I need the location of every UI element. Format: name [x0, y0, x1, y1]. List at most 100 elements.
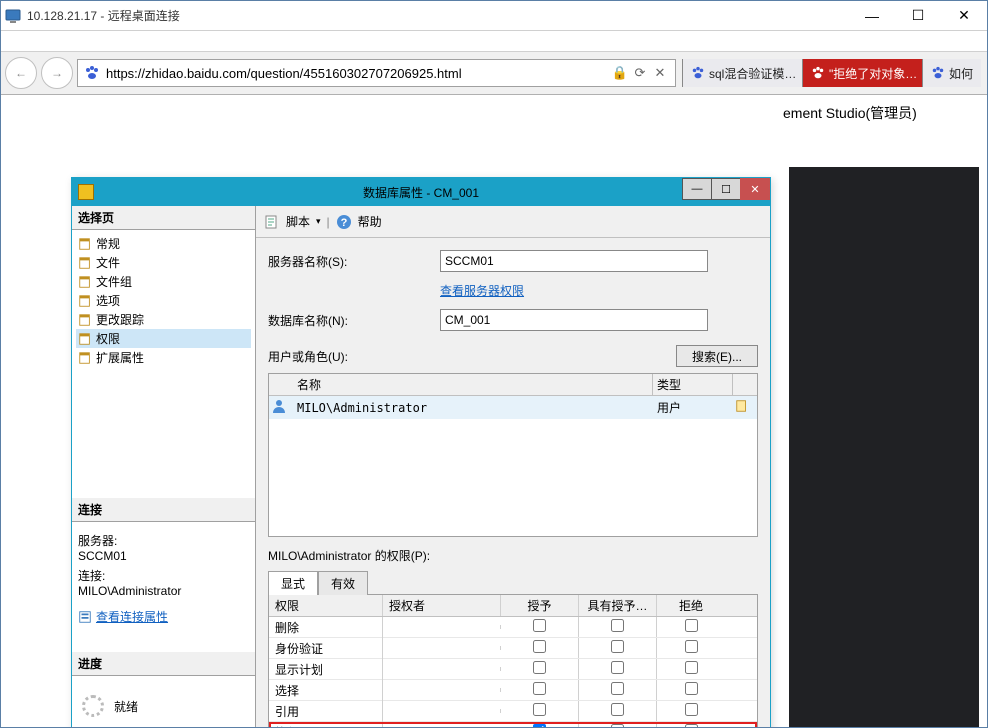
deny-checkbox[interactable]	[685, 703, 698, 716]
grant-checkbox[interactable]	[533, 619, 546, 632]
server-name-field[interactable]	[440, 250, 708, 272]
db-properties-dialog: 数据库属性 - CM_001 — ☐ ✕ 选择页 常规文件文件组选项更改跟踪权限…	[71, 177, 771, 727]
dialog-maximize-button[interactable]: ☐	[711, 178, 741, 200]
tab-effective[interactable]: 有效	[318, 571, 368, 595]
grant-checkbox[interactable]	[533, 724, 546, 727]
perm-col-deny: 拒绝	[657, 595, 725, 616]
page-icon	[78, 294, 92, 308]
page-icon	[78, 313, 92, 327]
grant-checkbox[interactable]	[533, 703, 546, 716]
permission-row[interactable]: 引用	[269, 701, 757, 722]
browser-back-button[interactable]: ←	[5, 57, 37, 89]
permission-row[interactable]: 显示计划	[269, 659, 757, 680]
withgrant-checkbox[interactable]	[611, 724, 624, 727]
connection-heading: 连接	[72, 498, 255, 522]
rdp-close-button[interactable]: ✕	[941, 1, 987, 30]
connection-value: MILO\Administrator	[78, 584, 249, 598]
perm-col-withgrant: 具有授予…	[579, 595, 657, 616]
ssms-title: ement Studio(管理员)	[777, 95, 987, 131]
url-text: https://zhidao.baidu.com/question/455160…	[106, 66, 462, 81]
tab-explicit[interactable]: 显式	[268, 571, 318, 595]
page-tree-item[interactable]: 选项	[76, 291, 251, 310]
dialog-left-panel: 选择页 常规文件文件组选项更改跟踪权限扩展属性 连接 服务器: SCCM01 连…	[72, 206, 256, 727]
dialog-title: 数据库属性 - CM_001	[363, 184, 479, 201]
dialog-close-button[interactable]: ✕	[740, 178, 770, 200]
rdp-minimize-button[interactable]: —	[849, 1, 895, 30]
script-icon	[264, 214, 280, 230]
server-name-label: 服务器名称(S):	[268, 253, 440, 270]
withgrant-checkbox[interactable]	[611, 661, 624, 674]
dialog-toolbar: 脚本 ▾ | ? 帮助	[256, 206, 770, 238]
page-tree-item[interactable]: 更改跟踪	[76, 310, 251, 329]
help-icon: ?	[336, 214, 352, 230]
dropdown-icon[interactable]: ▾	[316, 216, 321, 227]
perm-col-grant: 授予	[501, 595, 579, 616]
page-tree-item[interactable]: 常规	[76, 234, 251, 253]
server-label: 服务器:	[78, 532, 249, 549]
browser-stop-button[interactable]: ✕	[651, 65, 669, 81]
script-button[interactable]: 脚本	[286, 213, 310, 230]
dialog-titlebar[interactable]: 数据库属性 - CM_001 — ☐ ✕	[72, 178, 770, 206]
deny-checkbox[interactable]	[685, 640, 698, 653]
deny-checkbox[interactable]	[685, 724, 698, 727]
page-tree-item[interactable]: 文件组	[76, 272, 251, 291]
rdp-maximize-button[interactable]: ☐	[895, 1, 941, 30]
page-icon	[78, 237, 92, 251]
server-value: SCCM01	[78, 549, 249, 563]
dialog-minimize-button[interactable]: —	[682, 178, 712, 200]
page-tree-item[interactable]: 扩展属性	[76, 348, 251, 367]
grant-checkbox[interactable]	[533, 661, 546, 674]
permission-row[interactable]: 身份验证	[269, 638, 757, 659]
permission-row[interactable]: 执行	[269, 722, 757, 727]
svg-text:?: ?	[340, 217, 347, 229]
withgrant-checkbox[interactable]	[611, 703, 624, 716]
deny-checkbox[interactable]	[685, 682, 698, 695]
users-col-name: 名称	[293, 374, 653, 395]
deny-checkbox[interactable]	[685, 661, 698, 674]
search-button[interactable]: 搜索(E)...	[676, 345, 758, 367]
progress-heading: 进度	[72, 652, 255, 676]
browser-forward-button[interactable]: →	[41, 57, 73, 89]
rdp-icon	[5, 8, 21, 24]
users-grid[interactable]: 名称 类型 MILO\Administrator用户	[268, 373, 758, 537]
grant-checkbox[interactable]	[533, 640, 546, 653]
rdp-window: 10.128.21.17 - 远程桌面连接 — ☐ ✕ ← → https://…	[0, 0, 988, 728]
url-bar[interactable]: https://zhidao.baidu.com/question/455160…	[77, 59, 676, 87]
permissions-grid[interactable]: 权限 授权者 授予 具有授予… 拒绝 删除身份验证显示计划选择引用执行	[268, 594, 758, 727]
view-connection-properties-link[interactable]: 查看连接属性	[78, 608, 249, 625]
browser-tabs: sql混合验证模…"拒绝了对对象…如何	[682, 59, 981, 87]
remote-desktop-body: ement Studio(管理员) 数据库属性 - CM_001 — ☐ ✕ 选…	[1, 95, 987, 727]
page-icon	[78, 351, 92, 365]
browser-toolbar: ← → https://zhidao.baidu.com/question/45…	[1, 31, 987, 95]
permission-row[interactable]: 选择	[269, 680, 757, 701]
ssms-query-panel	[789, 167, 979, 727]
user-row[interactable]: MILO\Administrator用户	[269, 396, 757, 419]
page-tree-item[interactable]: 文件	[76, 253, 251, 272]
withgrant-checkbox[interactable]	[611, 640, 624, 653]
rdp-title: 10.128.21.17 - 远程桌面连接	[27, 7, 180, 24]
browser-tab[interactable]: "拒绝了对对象…	[802, 59, 922, 87]
withgrant-checkbox[interactable]	[611, 619, 624, 632]
withgrant-checkbox[interactable]	[611, 682, 624, 695]
deny-checkbox[interactable]	[685, 619, 698, 632]
connection-info: 服务器: SCCM01 连接: MILO\Administrator 查看连接属…	[72, 522, 255, 652]
view-server-permissions-link[interactable]: 查看服务器权限	[440, 282, 524, 299]
users-roles-label: 用户或角色(U):	[268, 348, 676, 365]
browser-tab[interactable]: sql混合验证模…	[682, 59, 802, 87]
db-name-field[interactable]	[440, 309, 708, 331]
lock-icon: 🔒	[611, 65, 629, 81]
browser-refresh-button[interactable]: ⟳	[631, 65, 649, 81]
perm-col-permission: 权限	[269, 595, 383, 616]
paw-icon	[811, 66, 825, 80]
page-tree-item[interactable]: 权限	[76, 329, 251, 348]
person-icon	[271, 398, 287, 414]
page-tree: 常规文件文件组选项更改跟踪权限扩展属性	[72, 230, 255, 498]
page-icon	[78, 332, 92, 346]
rdp-titlebar[interactable]: 10.128.21.17 - 远程桌面连接 — ☐ ✕	[1, 1, 987, 31]
paw-icon	[691, 66, 705, 80]
permission-row[interactable]: 删除	[269, 617, 757, 638]
help-button[interactable]: 帮助	[358, 213, 382, 230]
browser-tab[interactable]: 如何	[922, 59, 981, 87]
grant-checkbox[interactable]	[533, 682, 546, 695]
edit-icon[interactable]	[735, 399, 749, 413]
